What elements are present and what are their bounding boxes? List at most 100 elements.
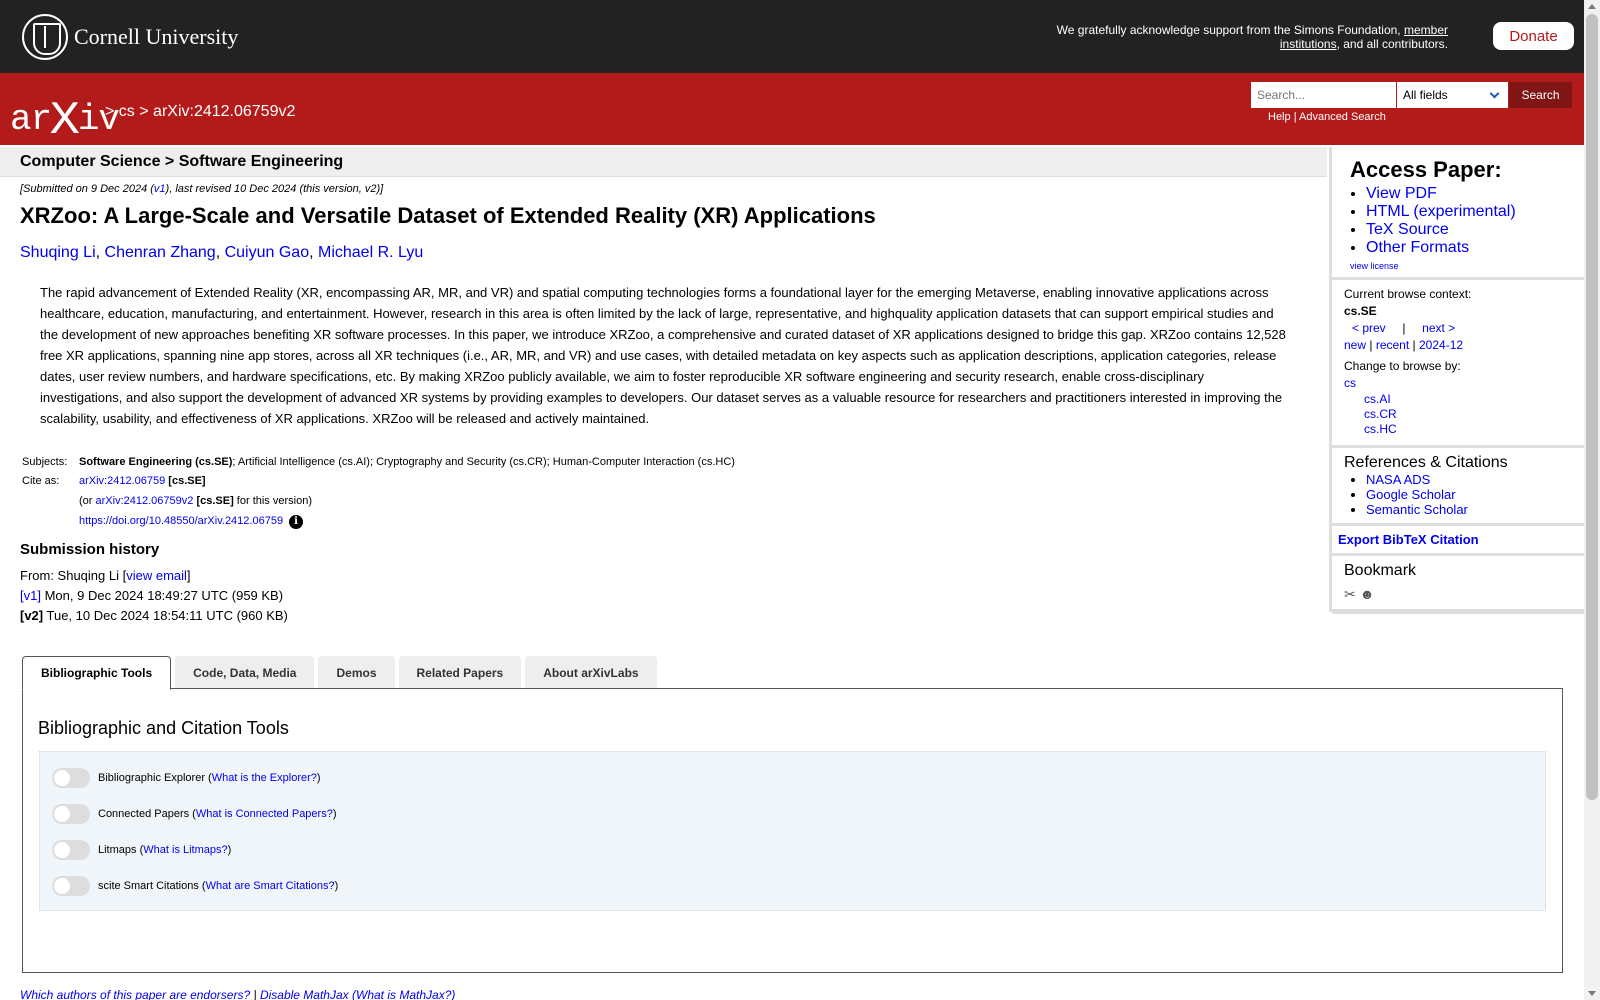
dateline-v1-link[interactable]: v1 (154, 183, 166, 195)
cite-version-tail: for this version) (236, 495, 312, 507)
export-bibtex-link[interactable]: Export BibTeX Citation (1338, 532, 1479, 547)
cornell-seal-icon (22, 14, 68, 60)
sep: | (1369, 338, 1373, 352)
tab-bibliographic-tools[interactable]: Bibliographic Tools (22, 656, 172, 690)
access-paper-section: Access Paper: View PDF HTML (experimenta… (1332, 147, 1584, 280)
search-field-select[interactable]: All fields (1397, 82, 1508, 108)
tools-heading: Bibliographic and Citation Tools (38, 718, 289, 738)
ack-tail: , and all contributors. (1336, 37, 1448, 51)
history-v2: [v2] Tue, 10 Dec 2024 18:54:11 UTC (960 … (20, 606, 288, 626)
primary-subject: Software Engineering (cs.SE) (79, 456, 233, 468)
cite-or: (or (79, 495, 93, 507)
semantic-scholar-link[interactable]: Semantic Scholar (1366, 502, 1468, 517)
browse-listing-links: new | recent | 2024-12 (1344, 337, 1584, 354)
tex-source-link[interactable]: TeX Source (1366, 221, 1449, 238)
litmaps-toggle[interactable] (52, 840, 90, 860)
scite-toggle[interactable] (52, 876, 90, 896)
bibliographic-explorer-toggle[interactable] (52, 768, 90, 788)
bibsonomy-icon[interactable]: ✂ (1344, 586, 1356, 603)
view-license-link[interactable]: view license (1350, 261, 1399, 271)
info-icon[interactable]: i (289, 515, 304, 529)
view-email-link[interactable]: view email (126, 568, 187, 583)
recent-link[interactable]: recent (1376, 338, 1409, 352)
tab-code-data-media[interactable]: Code, Data, Media (175, 656, 315, 689)
browse-cs-hc-link[interactable]: cs.HC (1364, 422, 1397, 436)
google-scholar-link[interactable]: Google Scholar (1366, 487, 1456, 502)
author-link[interactable]: Michael R. Lyu (318, 244, 423, 261)
html-link[interactable]: HTML (experimental) (1366, 203, 1516, 220)
breadcrumb-cs[interactable]: cs (119, 103, 135, 120)
search-button[interactable]: Search (1509, 82, 1572, 108)
scroll-down-icon[interactable] (1588, 991, 1596, 996)
tool-row: Litmaps (What is Litmaps?) (52, 840, 231, 860)
cornell-name: Cornell University (74, 24, 239, 49)
scroll-thumb[interactable] (1586, 14, 1598, 800)
tool-row: Bibliographic Explorer (What is the Expl… (52, 768, 321, 788)
arxiv-logo[interactable]: arXiv (10, 91, 120, 147)
connected-papers-toggle[interactable] (52, 804, 90, 824)
page-scrollbar[interactable] (1584, 0, 1600, 1000)
other-subjects: ; Artificial Intelligence (cs.AI); Crypt… (232, 456, 735, 468)
author-list: Shuqing Li, Chenran Zhang, Cuiyun Gao, M… (20, 244, 424, 261)
cite-version-link[interactable]: arXiv:2412.06759v2 (96, 495, 194, 507)
tool-row: scite Smart Citations (What are Smart Ci… (52, 876, 338, 896)
help-link[interactable]: Help (1268, 111, 1291, 123)
nasa-ads-link[interactable]: NASA ADS (1366, 472, 1430, 487)
change-browse-label: Change to browse by: (1344, 359, 1461, 373)
abstract: The rapid advancement of Extended Realit… (40, 285, 1286, 426)
scroll-up-icon[interactable] (1588, 4, 1596, 9)
other-formats-link[interactable]: Other Formats (1366, 239, 1469, 256)
history-from: From: Shuqing Li [view email] (20, 566, 288, 586)
tool-row: Connected Papers (What is Connected Pape… (52, 804, 337, 824)
arxiv-nav-bar: arXiv > cs > arXiv:2412.06759v2 Search..… (0, 73, 1584, 147)
search-input[interactable]: Search... (1251, 82, 1396, 108)
breadcrumb-sep: > (105, 103, 115, 120)
doi-link[interactable]: https://doi.org/10.48550/arXiv.2412.0675… (79, 515, 283, 527)
sep: | (1412, 338, 1416, 352)
dateline-prefix: [Submitted on 9 Dec 2024 ( (20, 183, 154, 195)
cite-label: Cite as: (22, 475, 60, 487)
prev-link[interactable]: < prev (1352, 321, 1386, 335)
v1-date: Mon, 9 Dec 2024 18:49:27 UTC (959 KB) (44, 588, 284, 603)
browse-cs-link[interactable]: cs (1344, 376, 1356, 390)
author-link[interactable]: Cuiyun Gao (225, 244, 310, 261)
advanced-search-link[interactable]: Advanced Search (1299, 111, 1386, 123)
tool-label: scite Smart Citations (98, 880, 199, 892)
tool-info-link[interactable]: What is Litmaps? (143, 844, 227, 856)
export-bibtex-section: Export BibTeX Citation (1332, 526, 1584, 556)
help-links: Help | Advanced Search (1268, 111, 1386, 123)
subjects-label: Subjects: (22, 456, 68, 468)
reddit-icon[interactable]: ☻ (1360, 586, 1375, 603)
new-link[interactable]: new (1344, 338, 1366, 352)
browse-cs-cr-link[interactable]: cs.CR (1364, 407, 1397, 421)
v1-link[interactable]: [v1] (20, 588, 41, 603)
month-link[interactable]: 2024-12 (1419, 338, 1463, 352)
paper-title: XRZoo: A Large-Scale and Versatile Datas… (20, 203, 876, 228)
tab-demos[interactable]: Demos (318, 656, 395, 689)
disable-mathjax-link[interactable]: Disable MathJax (260, 988, 349, 1000)
breadcrumb-paper-id: arXiv:2412.06759v2 (153, 103, 296, 120)
dateline-suffix: ), last revised 10 Dec 2024 (this versio… (165, 183, 384, 195)
references-section: References & Citations NASA ADS Google S… (1332, 448, 1584, 526)
browse-cs-ai-link[interactable]: cs.AI (1364, 392, 1391, 406)
cornell-logo[interactable]: Cornell University (22, 14, 238, 60)
browse-context-section: Current browse context: cs.SE < prev | n… (1332, 280, 1584, 448)
donate-button[interactable]: Donate (1493, 22, 1574, 50)
cite-id-link[interactable]: arXiv:2412.06759 (79, 475, 165, 487)
view-pdf-link[interactable]: View PDF (1366, 185, 1437, 202)
tool-label: Bibliographic Explorer (98, 772, 205, 784)
tool-info-link[interactable]: What are Smart Citations? (206, 880, 335, 892)
labs-tabs: Bibliographic Tools Code, Data, Media De… (22, 656, 661, 690)
tab-panel: Bibliographic and Citation Tools Bibliog… (22, 688, 1563, 973)
tool-info-link[interactable]: What is Connected Papers? (196, 808, 333, 820)
top-header: Cornell University We gratefully acknowl… (0, 0, 1584, 73)
author-link[interactable]: Shuqing Li (20, 244, 96, 261)
tab-related-papers[interactable]: Related Papers (398, 656, 522, 689)
endorsers-link[interactable]: Which authors of this paper are endorser… (20, 988, 250, 1000)
tab-about-arxivlabs[interactable]: About arXivLabs (525, 656, 657, 689)
what-is-mathjax-link[interactable]: (What is MathJax?) (352, 988, 455, 1000)
author-link[interactable]: Chenran Zhang (105, 244, 216, 261)
tool-info-link[interactable]: What is the Explorer? (212, 772, 317, 784)
next-link[interactable]: next > (1422, 321, 1455, 335)
breadcrumb-sep: > (139, 103, 149, 120)
